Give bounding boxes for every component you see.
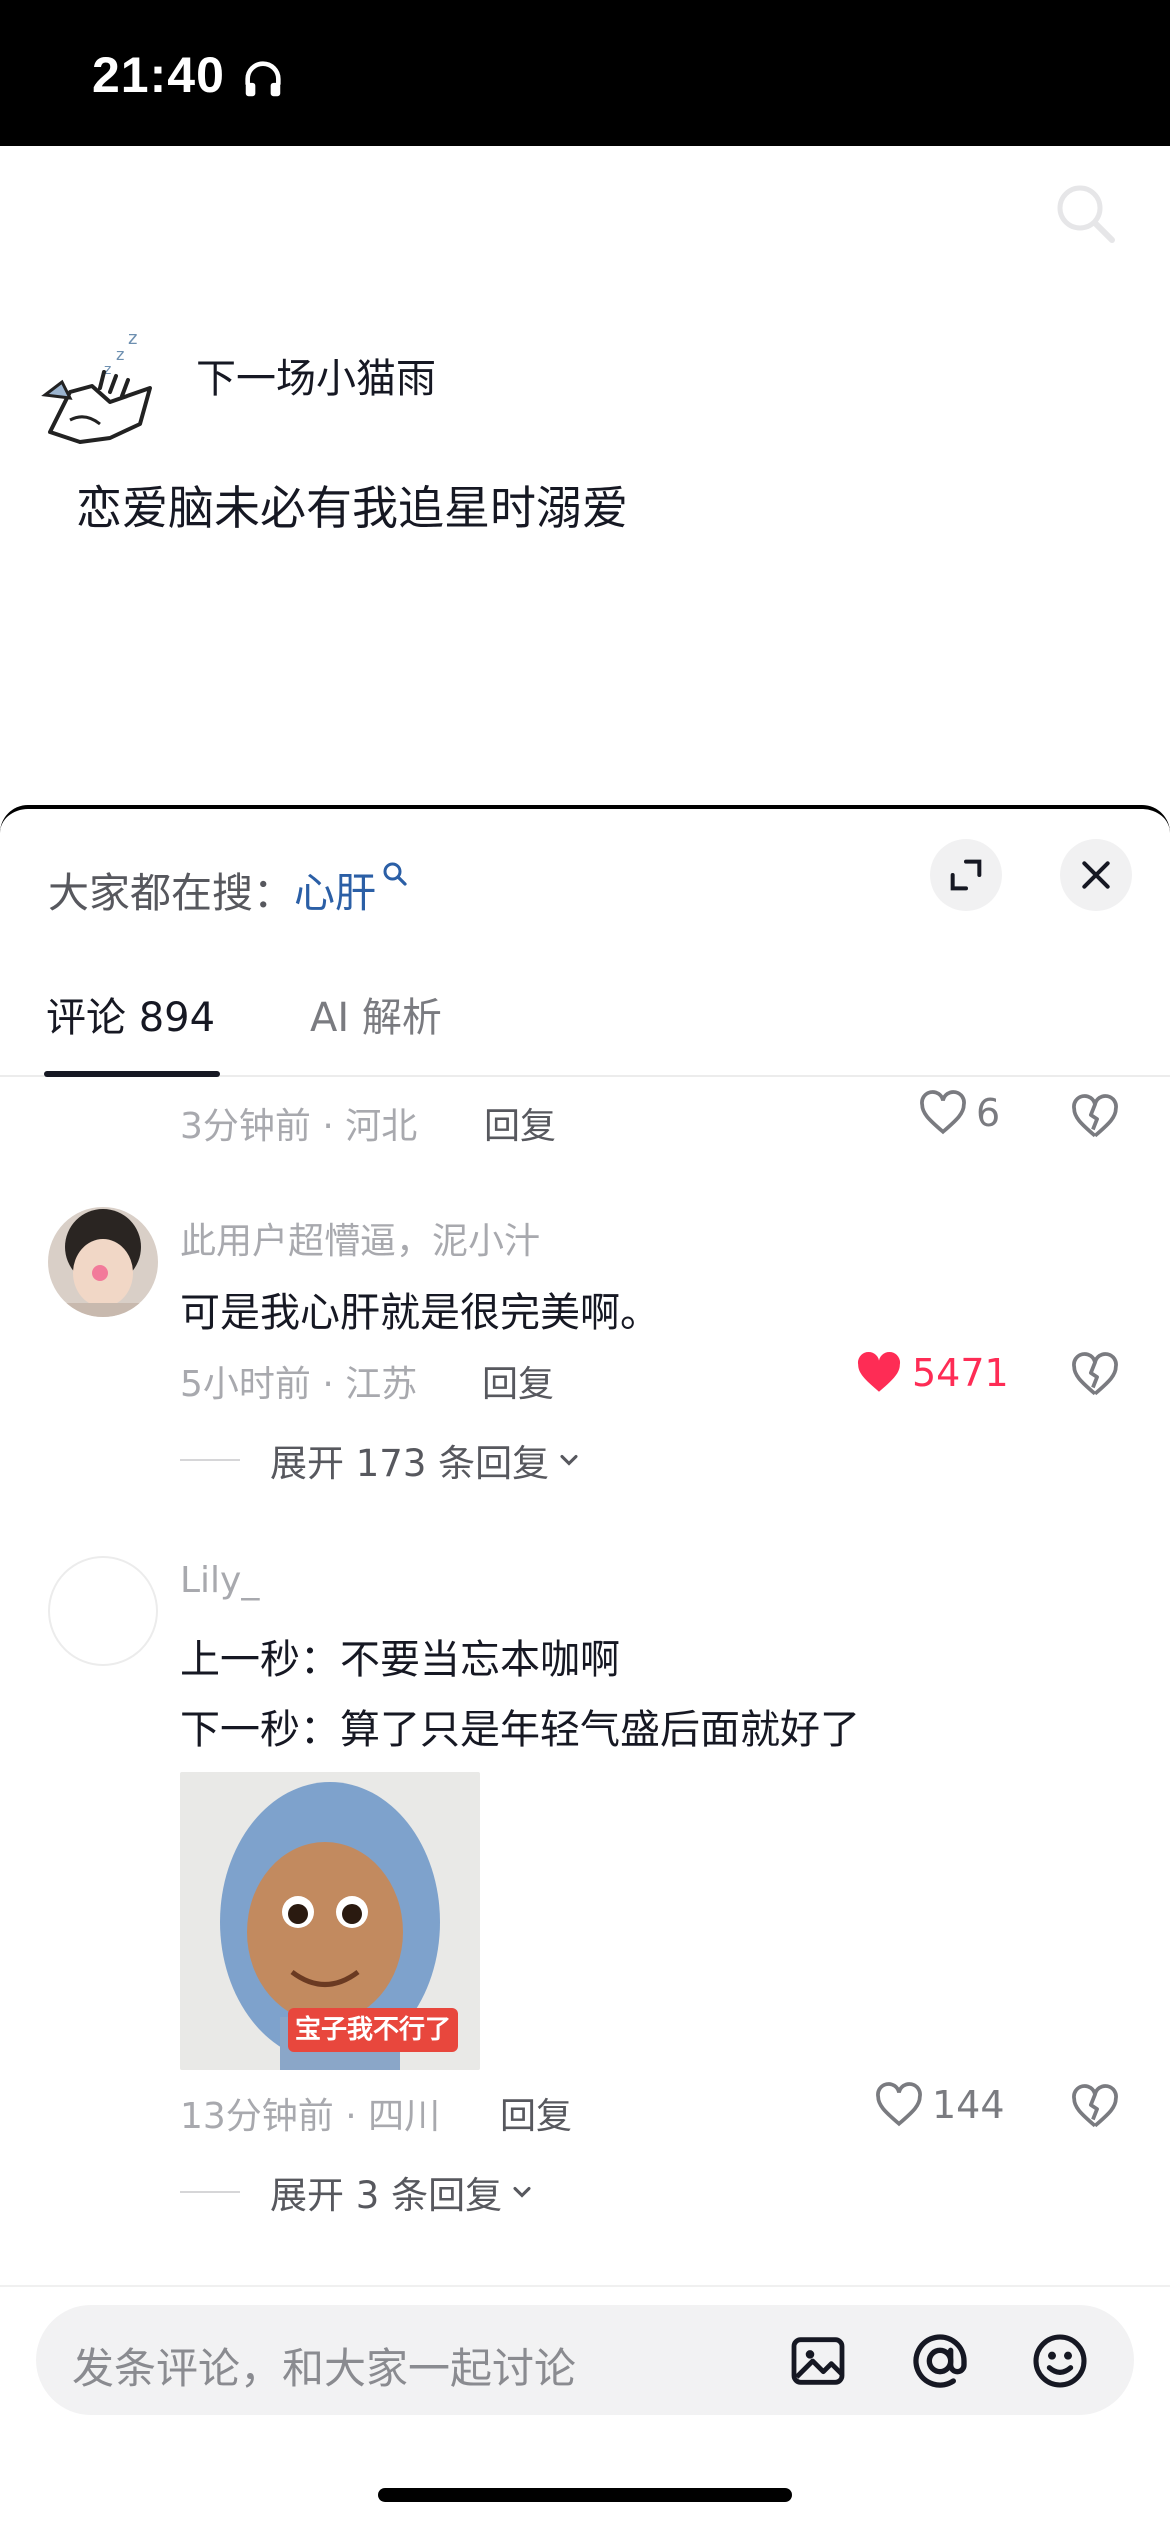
avatar[interactable] [48, 1556, 158, 1666]
divider [180, 1459, 240, 1461]
expand-replies-button[interactable]: 展开 173 条回复 [180, 1433, 583, 1487]
comment-tabs: 评论 894 AI 解析 [0, 977, 1170, 1077]
comment-meta: 3分钟前 · 河北 [180, 1106, 418, 1147]
reply-button[interactable]: 回复 [500, 2087, 572, 2139]
broken-heart-icon[interactable] [1070, 2084, 1120, 2130]
search-icon[interactable] [1050, 178, 1122, 250]
mention-icon[interactable] [908, 2329, 972, 2393]
expand-sheet-button[interactable] [930, 839, 1002, 911]
trending-search[interactable]: 大家都在搜：心肝 [48, 859, 410, 919]
sticker-caption: 宝子我不行了 [295, 2014, 451, 2045]
comment-meta: 5小时前 · 江苏 [180, 1364, 418, 1405]
trending-keyword[interactable]: 心肝 [294, 869, 376, 917]
avatar[interactable] [48, 1207, 158, 1317]
close-icon [1082, 861, 1110, 889]
status-bar: 21:40 [0, 0, 1170, 146]
tab-ai-analysis[interactable]: AI 解析 [310, 985, 442, 1043]
like-count: 5471 [912, 1351, 1009, 1395]
expand-icon [950, 859, 982, 891]
like-count: 6 [976, 1091, 1001, 1135]
expand-replies-label: 展开 3 条回复 [270, 2174, 503, 2217]
comment-meta: 13分钟前 · 四川 [180, 2096, 441, 2137]
post-author-name[interactable]: 下一场小猫雨 [196, 346, 436, 404]
emoji-icon[interactable] [1028, 2329, 1092, 2393]
reply-button[interactable]: 回复 [484, 1097, 556, 1149]
home-indicator[interactable] [378, 2488, 792, 2502]
image-icon[interactable] [786, 2329, 850, 2393]
comment-input-placeholder: 发条评论，和大家一起讨论 [72, 2344, 577, 2393]
comment-text-line: 下一秒：算了只是年轻气盛后面就好了 [180, 1707, 860, 1753]
expand-replies-button[interactable]: 展开 3 条回复 [180, 2165, 536, 2219]
heart-filled-icon [857, 1351, 901, 1392]
heart-icon [920, 1090, 966, 1135]
search-icon [383, 862, 407, 886]
comment-username[interactable]: 此用户超懵逼，泥小汁 [180, 1212, 540, 1264]
close-sheet-button[interactable] [1060, 839, 1132, 911]
comment-sticker-image[interactable]: 宝子我不行了 [180, 1772, 480, 2070]
heart-icon [876, 2082, 922, 2127]
like-button[interactable]: 5471 [854, 1350, 1009, 1396]
trending-prefix: 大家都在搜： [48, 869, 294, 917]
chevron-down-icon [513, 2186, 531, 2198]
comment-input[interactable]: 发条评论，和大家一起讨论 [36, 2305, 1134, 2415]
status-time: 21:40 [92, 47, 225, 103]
tab-comments[interactable]: 评论 894 [46, 985, 215, 1043]
tab-active-indicator [44, 1071, 220, 1077]
chevron-down-icon [560, 1454, 578, 1466]
post-text: 恋爱脑未必有我追星时溺爱 [76, 481, 628, 535]
like-button[interactable]: 6 [918, 1090, 1000, 1136]
reply-button[interactable]: 回复 [482, 1355, 554, 1407]
broken-heart-icon[interactable] [1070, 1352, 1120, 1398]
comment-username[interactable]: Lily_ [180, 1560, 259, 1601]
like-button[interactable]: 144 [874, 2082, 1005, 2128]
svg-text:z: z [128, 328, 137, 349]
svg-text:z: z [116, 345, 124, 364]
expand-replies-label: 展开 173 条回复 [270, 1442, 550, 1485]
like-count: 144 [932, 2083, 1005, 2127]
broken-heart-icon[interactable] [1070, 1094, 1120, 1140]
comment-text: 可是我心肝就是很完美啊。 [180, 1290, 660, 1336]
comment-text-line: 上一秒：不要当忘本咖啊 [180, 1637, 620, 1683]
post-author-avatar[interactable]: z z z [40, 320, 160, 455]
headphone-icon [245, 61, 281, 97]
divider [180, 2191, 240, 2193]
